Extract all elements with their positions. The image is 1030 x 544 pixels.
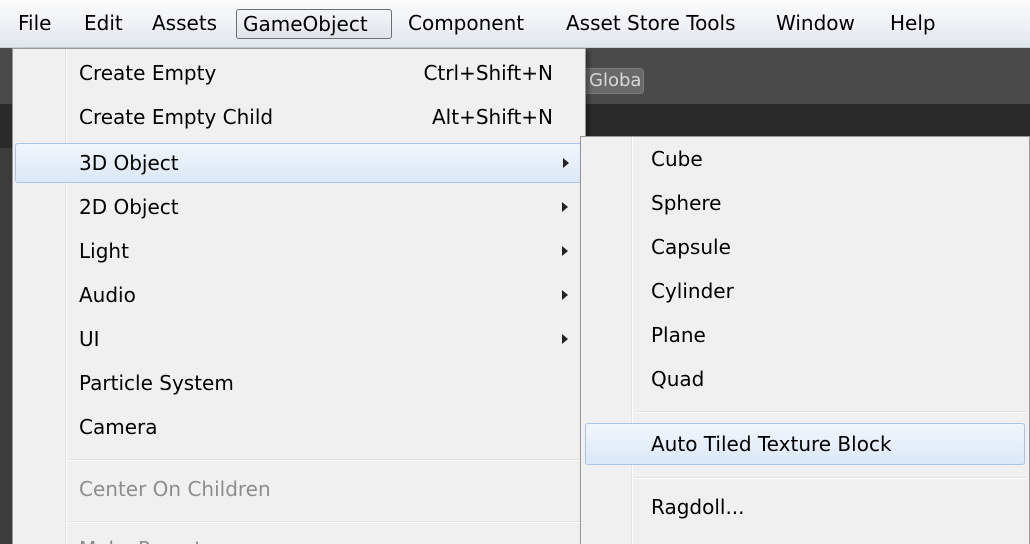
chevron-right-icon: [563, 158, 569, 168]
chevron-right-icon: [562, 202, 568, 212]
menu-item-label: Particle System: [79, 371, 234, 395]
menu-item-label: Create Empty: [79, 61, 217, 85]
menu-separator: [69, 459, 581, 461]
menu-item-label: Cylinder: [651, 279, 734, 303]
menu-item-label: Cube: [651, 147, 703, 171]
submenu-item-quad[interactable]: Quad: [581, 361, 1029, 397]
menu-edit[interactable]: Edit: [78, 9, 129, 39]
chevron-right-icon: [562, 334, 568, 344]
menu-separator: [69, 521, 581, 523]
submenu-item-sphere[interactable]: Sphere: [581, 185, 1029, 221]
menu-item-3d-object[interactable]: 3D Object: [15, 143, 583, 183]
menu-item-label: Sphere: [651, 191, 722, 215]
submenu-item-plane[interactable]: Plane: [581, 317, 1029, 353]
menu-window[interactable]: Window: [770, 9, 861, 39]
chevron-right-icon: [562, 290, 568, 300]
menu-item-create-empty-child[interactable]: Create Empty Child Alt+Shift+N: [13, 99, 585, 135]
menu-item-label: Create Empty Child: [79, 105, 274, 129]
menu-separator: [635, 477, 1027, 479]
menu-component[interactable]: Component: [402, 9, 530, 39]
menu-item-label: Auto Tiled Texture Block: [651, 432, 892, 456]
menu-file[interactable]: File: [12, 9, 57, 39]
menu-item-create-empty[interactable]: Create Empty Ctrl+Shift+N: [13, 55, 585, 91]
menu-item-label: Quad: [651, 367, 705, 391]
menu-item-label: Center On Children: [79, 477, 271, 501]
menu-item-label: Ragdoll...: [651, 495, 745, 519]
menu-bar: File Edit Assets GameObject Component As…: [0, 0, 1030, 48]
pivot-rotation-toggle[interactable]: Global: [582, 68, 644, 94]
chevron-right-icon: [562, 246, 568, 256]
menu-item-label: Capsule: [651, 235, 731, 259]
menu-item-camera[interactable]: Camera: [13, 409, 585, 445]
menu-item-shortcut: Alt+Shift+N: [431, 105, 553, 129]
submenu-item-auto-tiled-texture-block[interactable]: Auto Tiled Texture Block: [585, 423, 1025, 465]
menu-separator: [635, 411, 1027, 413]
menu-item-label: Audio: [79, 283, 136, 307]
menu-item-audio[interactable]: Audio: [13, 277, 585, 313]
submenu-item-ragdoll[interactable]: Ragdoll...: [581, 489, 1029, 525]
menu-assets[interactable]: Assets: [146, 9, 223, 39]
menu-item-label: Make Parent: [79, 531, 202, 544]
menu-item-label: 2D Object: [79, 195, 179, 219]
menu-item-label: Camera: [79, 415, 158, 439]
menu-item-label: Plane: [651, 323, 706, 347]
menu-item-label: Light: [79, 239, 129, 263]
menu-item-particle-system[interactable]: Particle System: [13, 365, 585, 401]
menu-asset-store-tools[interactable]: Asset Store Tools: [560, 9, 742, 39]
menu-item-shortcut: Ctrl+Shift+N: [423, 61, 553, 85]
menu-help[interactable]: Help: [884, 9, 942, 39]
menu-item-make-parent: Make Parent: [13, 531, 585, 544]
menu-item-center-on-children: Center On Children: [13, 471, 585, 507]
submenu-item-cube[interactable]: Cube: [581, 141, 1029, 177]
submenu-item-cylinder[interactable]: Cylinder: [581, 273, 1029, 309]
3d-object-submenu: Cube Sphere Capsule Cylinder Plane Quad …: [580, 136, 1030, 544]
menu-item-label: UI: [79, 327, 100, 351]
menu-item-label: 3D Object: [79, 151, 179, 175]
menu-gameobject[interactable]: GameObject: [236, 9, 392, 39]
menu-item-2d-object[interactable]: 2D Object: [13, 189, 585, 225]
menu-item-ui[interactable]: UI: [13, 321, 585, 357]
menu-item-light[interactable]: Light: [13, 233, 585, 269]
submenu-item-capsule[interactable]: Capsule: [581, 229, 1029, 265]
gameobject-menu: Create Empty Ctrl+Shift+N Create Empty C…: [12, 48, 586, 544]
